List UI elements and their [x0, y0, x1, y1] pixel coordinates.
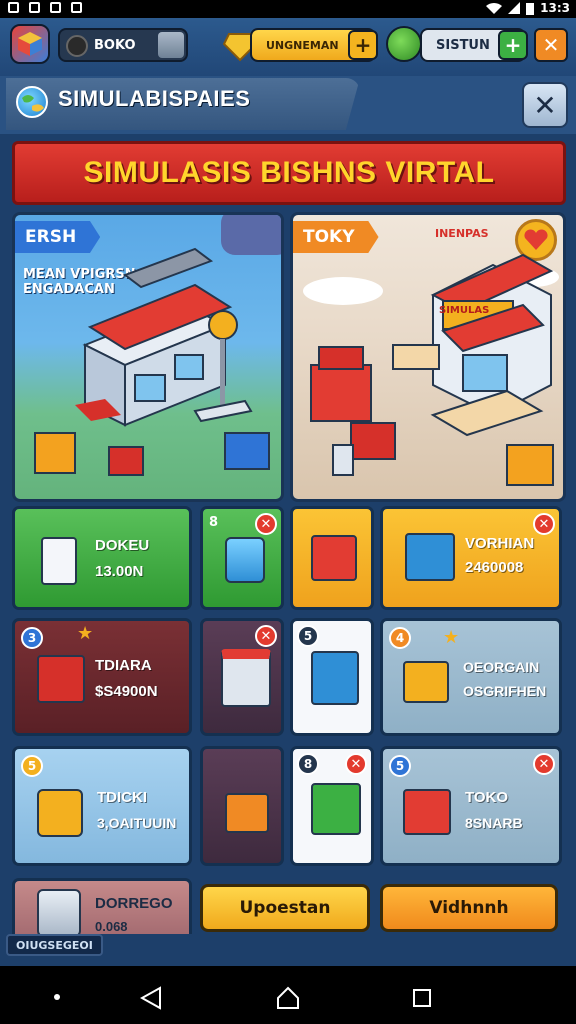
- battery-icon: [526, 2, 535, 15]
- gems-label: UNGNEMAN: [266, 38, 339, 52]
- banner-title: SIMULASIS BISHNS VIRTAL: [83, 156, 495, 189]
- box-icon: [225, 793, 269, 833]
- footer-label: OIUGSEGEOI: [6, 934, 103, 956]
- wifi-icon: [486, 2, 503, 14]
- tile-title: VORHIAN: [465, 535, 535, 552]
- scene-right-shop-sign: SIMULAS: [439, 305, 490, 316]
- home-icon: [50, 2, 61, 13]
- profile-icon[interactable]: [386, 26, 422, 62]
- close-icon[interactable]: ✕: [255, 513, 277, 535]
- close-icon[interactable]: ✕: [533, 753, 555, 775]
- gift-icon: [403, 789, 451, 835]
- tile-small-basket[interactable]: 5: [290, 618, 374, 736]
- count-badge: 4: [389, 627, 411, 649]
- tile-price: 3,OAITUUIN: [97, 815, 177, 831]
- jar-icon: [225, 537, 265, 583]
- tile-dorrego[interactable]: DORREGO 0.068: [12, 878, 192, 938]
- tile-price: OSGRIFHEN: [463, 683, 547, 699]
- basket-icon: [405, 533, 455, 581]
- dot-icon: [54, 994, 60, 1000]
- tile-tdiara[interactable]: 3 ★ TDIARA $S4900N: [12, 618, 192, 736]
- close-icon[interactable]: ✕: [533, 513, 555, 535]
- page-title: SIMULABISPAIES: [58, 86, 251, 111]
- shop-illustration-left: [34, 247, 270, 476]
- cart-icon: [37, 655, 85, 703]
- navigation-bar: [0, 966, 576, 1024]
- tile-title: TDIARA: [95, 657, 152, 674]
- notification-icon: [8, 2, 19, 13]
- tile-small-green[interactable]: 8 ✕: [200, 506, 284, 610]
- home-button-icon[interactable]: [276, 986, 300, 1010]
- star-icon: ★: [77, 623, 94, 644]
- count-badge: 3: [21, 627, 43, 649]
- image-icon: [29, 2, 40, 13]
- star-icon: ★: [443, 627, 460, 648]
- title-banner: SIMULASIS BISHNS VIRTAL: [12, 141, 566, 205]
- count-badge: 5: [21, 755, 43, 777]
- tile-title: TOKO: [465, 789, 509, 806]
- tile-small-stall[interactable]: ✕: [200, 618, 284, 736]
- basket-icon: [311, 651, 359, 705]
- clock: 13:3: [540, 1, 570, 15]
- tile-price: $S4900N: [95, 683, 158, 700]
- tile-title: OEORGAIN: [463, 659, 540, 675]
- profile-label: SISTUN: [436, 37, 490, 53]
- tile-toko[interactable]: 5 ✕ TOKO 8SNARB: [380, 746, 562, 866]
- globe-icon: [16, 86, 48, 118]
- bag-icon: [37, 789, 83, 837]
- top-hud: BOKO UNGNEMAN + SISTUN + ✕: [0, 18, 576, 76]
- recents-icon[interactable]: [412, 988, 432, 1008]
- tile-small-box[interactable]: [200, 746, 284, 866]
- scene-left[interactable]: ERSH MEAN VPIGRSN ENGADACAN: [12, 212, 284, 502]
- tile-vorhian[interactable]: ✕ VORHIAN 2460008: [380, 506, 562, 610]
- cart-icon: [311, 783, 361, 835]
- tile-price: 2460008: [465, 559, 524, 576]
- scene-right[interactable]: TOKY INENPAS SIMULAS: [290, 212, 566, 502]
- upgrade-button[interactable]: Upoestan: [200, 884, 370, 932]
- tile-tdicki[interactable]: 5 TDICKI 3,OAITUUIN: [12, 746, 192, 866]
- coins-label: BOKO: [94, 37, 136, 53]
- edit-icon[interactable]: [158, 32, 184, 58]
- can-icon: [37, 889, 81, 937]
- game-screen: { "status": {"time": "13:3"}, "hud": { "…: [0, 0, 576, 1024]
- count-badge: 5: [389, 755, 411, 777]
- bread-icon: [41, 537, 77, 585]
- tile-small-cart[interactable]: 8 ✕: [290, 746, 374, 866]
- small-badge: 8: [209, 515, 219, 530]
- message-icon: [71, 2, 82, 13]
- count-badge: 5: [297, 625, 319, 647]
- status-bar: 13:3: [0, 0, 576, 18]
- tile-small-yellow[interactable]: [290, 506, 374, 610]
- tile-title: DOKEU: [95, 537, 150, 554]
- tile-price: 8SNARB: [465, 815, 523, 831]
- add-gems-button[interactable]: +: [348, 30, 378, 60]
- confirm-button[interactable]: Vidhnnh: [380, 884, 558, 932]
- count-badge: 8: [297, 753, 319, 775]
- tile-dokeu[interactable]: DOKEU 13.00N: [12, 506, 192, 610]
- shop-illustration-right: [303, 253, 559, 486]
- crate-icon: [311, 535, 357, 581]
- tile-title: DORREGO: [95, 895, 173, 912]
- signal-icon: [508, 2, 521, 14]
- stall-icon: [221, 649, 271, 707]
- close-hud-button[interactable]: ✕: [534, 28, 568, 62]
- back-icon[interactable]: [140, 986, 162, 1010]
- tile-title: TDICKI: [97, 789, 147, 806]
- coins-display: BOKO: [58, 28, 188, 62]
- tile-price: 13.00N: [95, 563, 144, 580]
- add-profile-button[interactable]: +: [498, 30, 528, 60]
- cube-icon[interactable]: [10, 24, 50, 64]
- tile-oeorgain[interactable]: 4 ★ OEORGAIN OSGRIFHEN: [380, 618, 562, 736]
- tile-price: 0.068: [95, 919, 128, 934]
- close-button[interactable]: ✕: [522, 82, 568, 128]
- coin-icon: [66, 35, 88, 57]
- close-icon[interactable]: ✕: [345, 753, 367, 775]
- close-icon[interactable]: ✕: [255, 625, 277, 647]
- gift-icon: [403, 661, 449, 703]
